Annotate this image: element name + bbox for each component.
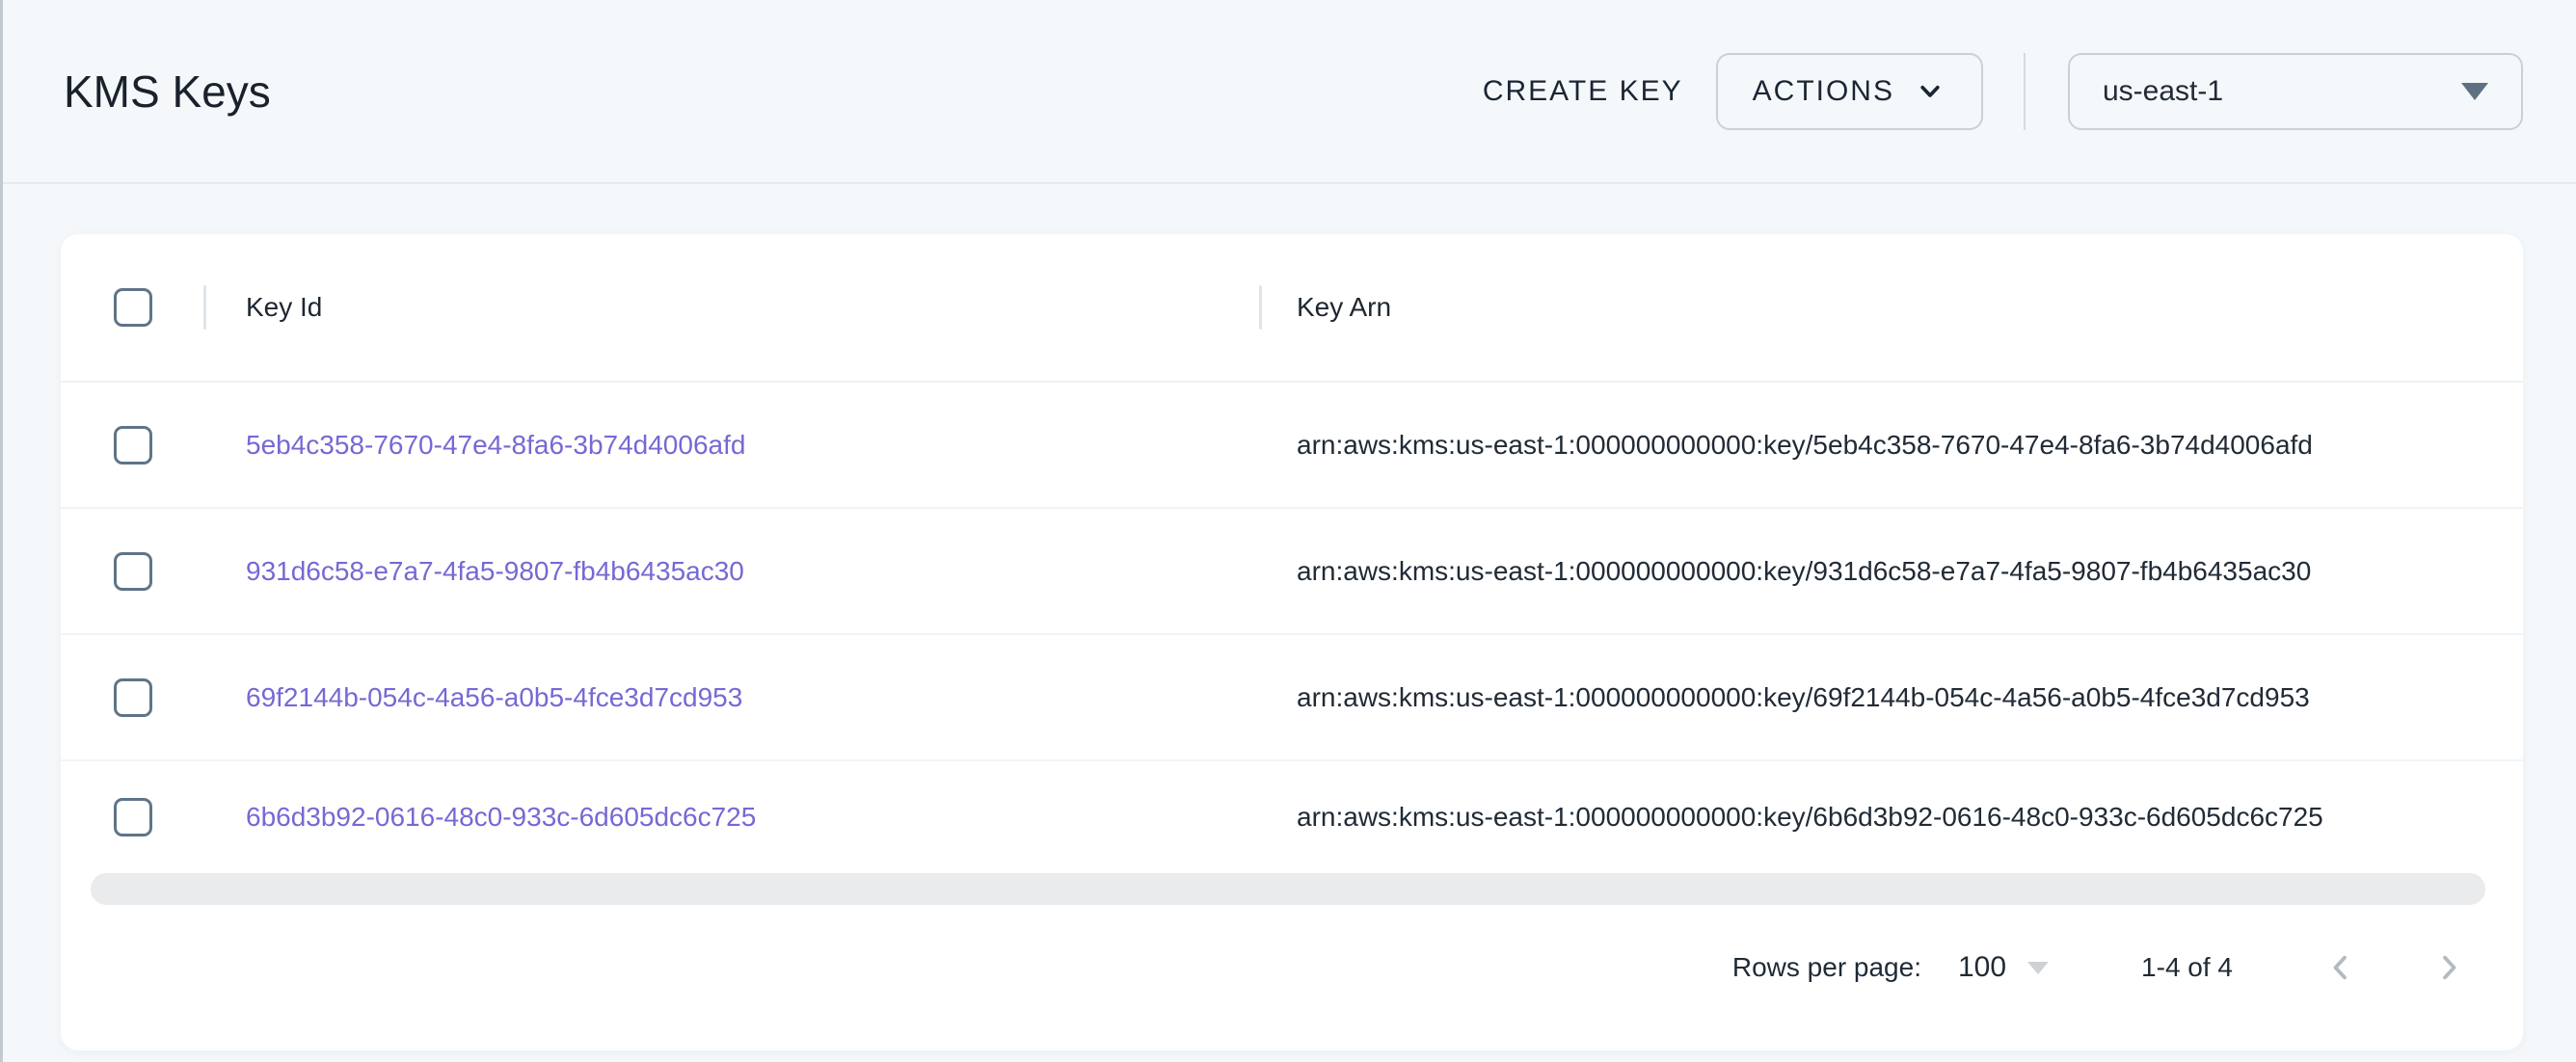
- actions-button[interactable]: ACTIONS: [1716, 53, 1983, 130]
- header-checkbox-cell: [61, 288, 205, 327]
- chevron-down-icon: [1914, 75, 1946, 108]
- row-checkbox[interactable]: [114, 426, 152, 465]
- page-title: KMS Keys: [64, 66, 271, 118]
- page-header: KMS Keys CREATE KEY ACTIONS us-east-1: [0, 0, 2576, 184]
- keys-card: Key Id Key Arn 5eb4c358-7670-47e4-8fa6-3…: [61, 234, 2523, 1050]
- key-arn-text: arn:aws:kms:us-east-1:000000000000:key/9…: [1297, 556, 2311, 586]
- rows-per-page-label: Rows per page:: [1732, 952, 1921, 983]
- next-page-button[interactable]: [2429, 948, 2468, 987]
- table-row[interactable]: 69f2144b-054c-4a56-a0b5-4fce3d7cd953 arn…: [61, 635, 2523, 761]
- column-header-key-id[interactable]: Key Id: [205, 292, 1261, 323]
- key-arn-text: arn:aws:kms:us-east-1:000000000000:key/6…: [1297, 802, 2323, 832]
- row-checkbox[interactable]: [114, 798, 152, 836]
- region-select[interactable]: us-east-1: [2068, 53, 2523, 130]
- dropdown-arrow-icon: [2461, 83, 2488, 100]
- chevron-left-icon: [2322, 949, 2359, 986]
- table-row[interactable]: 6b6d3b92-0616-48c0-933c-6d605dc6c725 arn…: [61, 761, 2523, 873]
- key-arn-text: arn:aws:kms:us-east-1:000000000000:key/6…: [1297, 682, 2310, 712]
- left-edge-line: [0, 0, 3, 1062]
- table-row[interactable]: 5eb4c358-7670-47e4-8fa6-3b74d4006afd arn…: [61, 383, 2523, 509]
- create-key-button[interactable]: CREATE KEY: [1456, 56, 1710, 127]
- row-checkbox[interactable]: [114, 678, 152, 717]
- key-id-link[interactable]: 69f2144b-054c-4a56-a0b5-4fce3d7cd953: [246, 682, 742, 712]
- page-range-label: 1-4 of 4: [2141, 952, 2233, 983]
- horizontal-scrollbar[interactable]: [91, 873, 2485, 905]
- column-separator: [203, 285, 206, 330]
- key-id-link[interactable]: 931d6c58-e7a7-4fa5-9807-fb4b6435ac30: [246, 556, 744, 586]
- chevron-right-icon: [2430, 949, 2467, 986]
- pagination: Rows per page: 100 1-4 of 4: [61, 905, 2523, 1030]
- key-id-link[interactable]: 5eb4c358-7670-47e4-8fa6-3b74d4006afd: [246, 430, 745, 460]
- row-checkbox[interactable]: [114, 552, 152, 591]
- toolbar-divider: [2024, 53, 2026, 130]
- previous-page-button[interactable]: [2321, 948, 2360, 987]
- key-arn-text: arn:aws:kms:us-east-1:000000000000:key/5…: [1297, 430, 2313, 460]
- column-separator: [1259, 285, 1262, 330]
- region-select-value: us-east-1: [2103, 75, 2223, 108]
- actions-button-label: ACTIONS: [1753, 75, 1894, 108]
- rows-per-page-value[interactable]: 100: [1958, 951, 2006, 984]
- header-toolbar: CREATE KEY ACTIONS us-east-1: [1456, 53, 2523, 130]
- key-id-link[interactable]: 6b6d3b92-0616-48c0-933c-6d605dc6c725: [246, 802, 756, 832]
- select-all-checkbox[interactable]: [114, 288, 152, 327]
- table-header-row: Key Id Key Arn: [61, 234, 2523, 383]
- rows-per-page-dropdown-icon[interactable]: [2027, 962, 2049, 974]
- column-header-key-arn[interactable]: Key Arn: [1261, 292, 2523, 323]
- table-row[interactable]: 931d6c58-e7a7-4fa5-9807-fb4b6435ac30 arn…: [61, 509, 2523, 635]
